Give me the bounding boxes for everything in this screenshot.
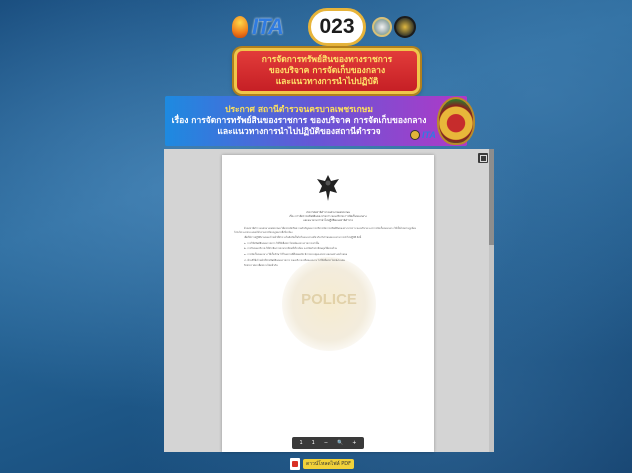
- page-number[interactable]: 1: [299, 437, 302, 449]
- garuda-icon: [317, 175, 339, 201]
- zoom-out-button[interactable]: −: [324, 437, 328, 449]
- document-paragraph: ๓. การจัดเก็บของกลาง ให้เก็บรักษาไว้ในสถ…: [244, 252, 348, 256]
- announcement-line-1: ประกาศ สถานีตำรวจนครบาลเพชรเกษม: [225, 104, 373, 115]
- document-paragraph: จึงประกาศมาเพื่อทราบโดยทั่วกัน: [244, 264, 278, 268]
- title-line-2: ของบริจาค การจัดเก็บของกลาง: [268, 65, 386, 76]
- pdf-toolbar: 1 1 − 🔍 +: [292, 437, 364, 449]
- document-heading: ประกาศสถานีตำรวจนครบาลเพชรเกษม เรื่อง กา…: [232, 211, 424, 222]
- pdf-page: ประกาศสถานีตำรวจนครบาลเพชรเกษม เรื่อง กา…: [222, 155, 434, 452]
- police-emblem-icon: [394, 16, 416, 38]
- seal-icon: [372, 17, 392, 37]
- ita-logo-small: ITA: [422, 130, 436, 140]
- announcement-line-3: และแนวทางการนำไปปฏิบัติของสถานีตำรวจ: [217, 126, 381, 137]
- header: ITA 023 การจัดการทรัพย์สินของทางราชการ ข…: [0, 0, 632, 160]
- document-paragraph: ๑. การใช้ทรัพย์สินของราชการ ให้ใช้เพื่อป…: [244, 241, 320, 245]
- pdf-icon: [290, 458, 300, 470]
- logo-row: ITA 023: [226, 8, 416, 46]
- announcement-line-2: เรื่อง การจัดการทรัพย์สินของราชการ ของบร…: [171, 115, 427, 126]
- title-line-1: การจัดการทรัพย์สินของทางราชการ: [261, 54, 393, 65]
- police-emblem-icon: [437, 97, 475, 145]
- document-body: ด้วยสถานีตำรวจนครบาลเพชรเกษม ได้ตระหนักถ…: [234, 227, 422, 270]
- ita-logo: ITA: [252, 14, 284, 39]
- number-badge: 023: [308, 8, 366, 46]
- document-paragraph: ด้วยสถานีตำรวจนครบาลเพชรเกษม ได้ตระหนักถ…: [234, 227, 417, 234]
- police-watermark: POLICE: [282, 257, 376, 351]
- document-paragraph: ๒. การรับของบริจาค ให้ดำเนินการตามระเบีย…: [244, 247, 337, 251]
- pdf-viewer[interactable]: ประกาศสถานีตำรวจนครบาลเพชรเกษม เรื่อง กา…: [164, 149, 494, 452]
- expand-icon[interactable]: [478, 153, 488, 163]
- title-banner: การจัดการทรัพย์สินของทางราชการ ของบริจาค…: [234, 48, 420, 94]
- download-pdf-button[interactable]: ดาวน์โหลดไฟล์ PDF: [290, 458, 355, 470]
- scrollbar[interactable]: [489, 149, 494, 452]
- seal-icon: [410, 130, 420, 140]
- download-label[interactable]: ดาวน์โหลดไฟล์ PDF: [303, 459, 355, 469]
- announcement-logos: ITA: [410, 130, 436, 140]
- document-heading-line: และแนวทางการนำไปปฏิบัติของสถานีตำรวจ: [303, 218, 353, 222]
- document-paragraph: เพื่อให้การปฏิบัติงานของเจ้าหน้าที่ตำรวจ…: [244, 236, 362, 240]
- scrollbar-thumb[interactable]: [489, 149, 494, 245]
- title-line-3: และแนวทางการนำไปปฏิบัติ: [275, 76, 379, 87]
- zoom-in-button[interactable]: +: [352, 437, 356, 449]
- document-paragraph: ๔. ห้ามมิให้เจ้าหน้าที่นำทรัพย์สินของราช…: [244, 258, 345, 262]
- page-total: 1: [311, 440, 315, 446]
- watermark-text: POLICE: [301, 291, 357, 308]
- torch-icon: [232, 16, 248, 38]
- number-badge-text: 023: [319, 15, 355, 38]
- zoom-icon[interactable]: 🔍: [337, 437, 343, 449]
